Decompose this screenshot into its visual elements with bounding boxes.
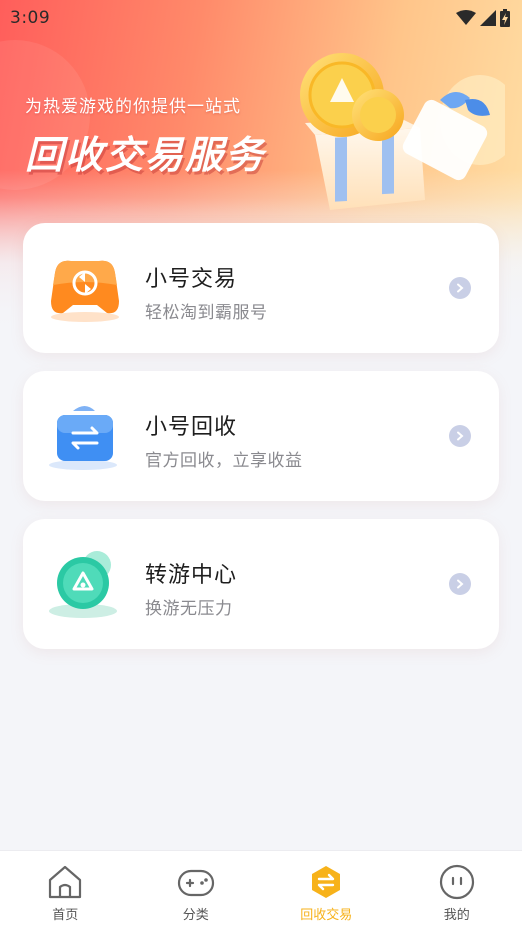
card-description: 换游无压力: [145, 599, 233, 619]
exchange-hexagon-icon: [312, 866, 341, 898]
status-bar: 3:09: [0, 0, 522, 36]
gift-box-coin-illustration: [300, 53, 505, 210]
transfer-center-icon: [49, 551, 117, 618]
card-title: 小号回收: [145, 415, 238, 440]
chevron-right-icon[interactable]: [449, 573, 471, 595]
wifi-icon: [456, 10, 476, 25]
card-title: 转游中心: [145, 563, 238, 588]
home-icon: [49, 865, 82, 899]
status-time: 3:09: [10, 8, 51, 28]
signal-icon: [480, 10, 496, 26]
service-card-account-recycle[interactable]: 小号回收 官方回收，立享收益: [23, 371, 499, 501]
nav-tab-home[interactable]: 首页: [0, 851, 131, 928]
card-description: 官方回收，立享收益: [145, 451, 303, 471]
card-description: 轻松淘到霸服号: [145, 303, 268, 323]
bottom-navigation: 首页 分类 回收交易 我的: [0, 850, 522, 928]
gamepad-exchange-icon: [51, 260, 119, 322]
battery-icon: [500, 9, 510, 27]
profile-face-icon: [439, 864, 474, 900]
card-title: 小号交易: [145, 267, 238, 292]
nav-label: 首页: [52, 908, 79, 923]
service-card-transfer-center[interactable]: 转游中心 换游无压力: [23, 519, 499, 649]
banner-subtitle: 为热爱游戏的你提供一站式: [25, 97, 241, 117]
chevron-right-icon[interactable]: [449, 425, 471, 447]
gamepad-icon: [177, 869, 214, 897]
status-icons: [456, 9, 510, 27]
recycle-bag-icon: [49, 406, 117, 470]
nav-tab-recycle-trade[interactable]: 回收交易: [261, 851, 392, 928]
nav-label: 分类: [182, 908, 209, 923]
nav-label: 我的: [443, 908, 470, 923]
nav-label: 回收交易: [300, 908, 353, 923]
banner-title: 回收交易服务: [25, 133, 266, 177]
nav-tab-mine[interactable]: 我的: [392, 851, 522, 928]
service-card-account-trade[interactable]: 小号交易 轻松淘到霸服号: [23, 223, 499, 353]
nav-tab-category[interactable]: 分类: [131, 851, 262, 928]
chevron-right-icon[interactable]: [449, 277, 471, 299]
